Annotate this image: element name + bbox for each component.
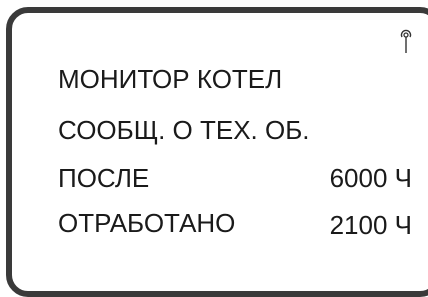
after-label: ПОСЛЕ — [58, 163, 150, 193]
worked-label: ОТРАБОТАНО — [58, 208, 236, 238]
worked-value: 2100 Ч — [329, 210, 412, 240]
menu-title: МОНИТОР КОТЕЛ — [58, 64, 283, 94]
after-value: 6000 Ч — [329, 163, 412, 193]
maintenance-message-label: СООБЩ. О ТЕХ. ОБ. — [58, 115, 310, 145]
display-panel — [6, 7, 428, 297]
antenna-icon — [400, 29, 412, 53]
